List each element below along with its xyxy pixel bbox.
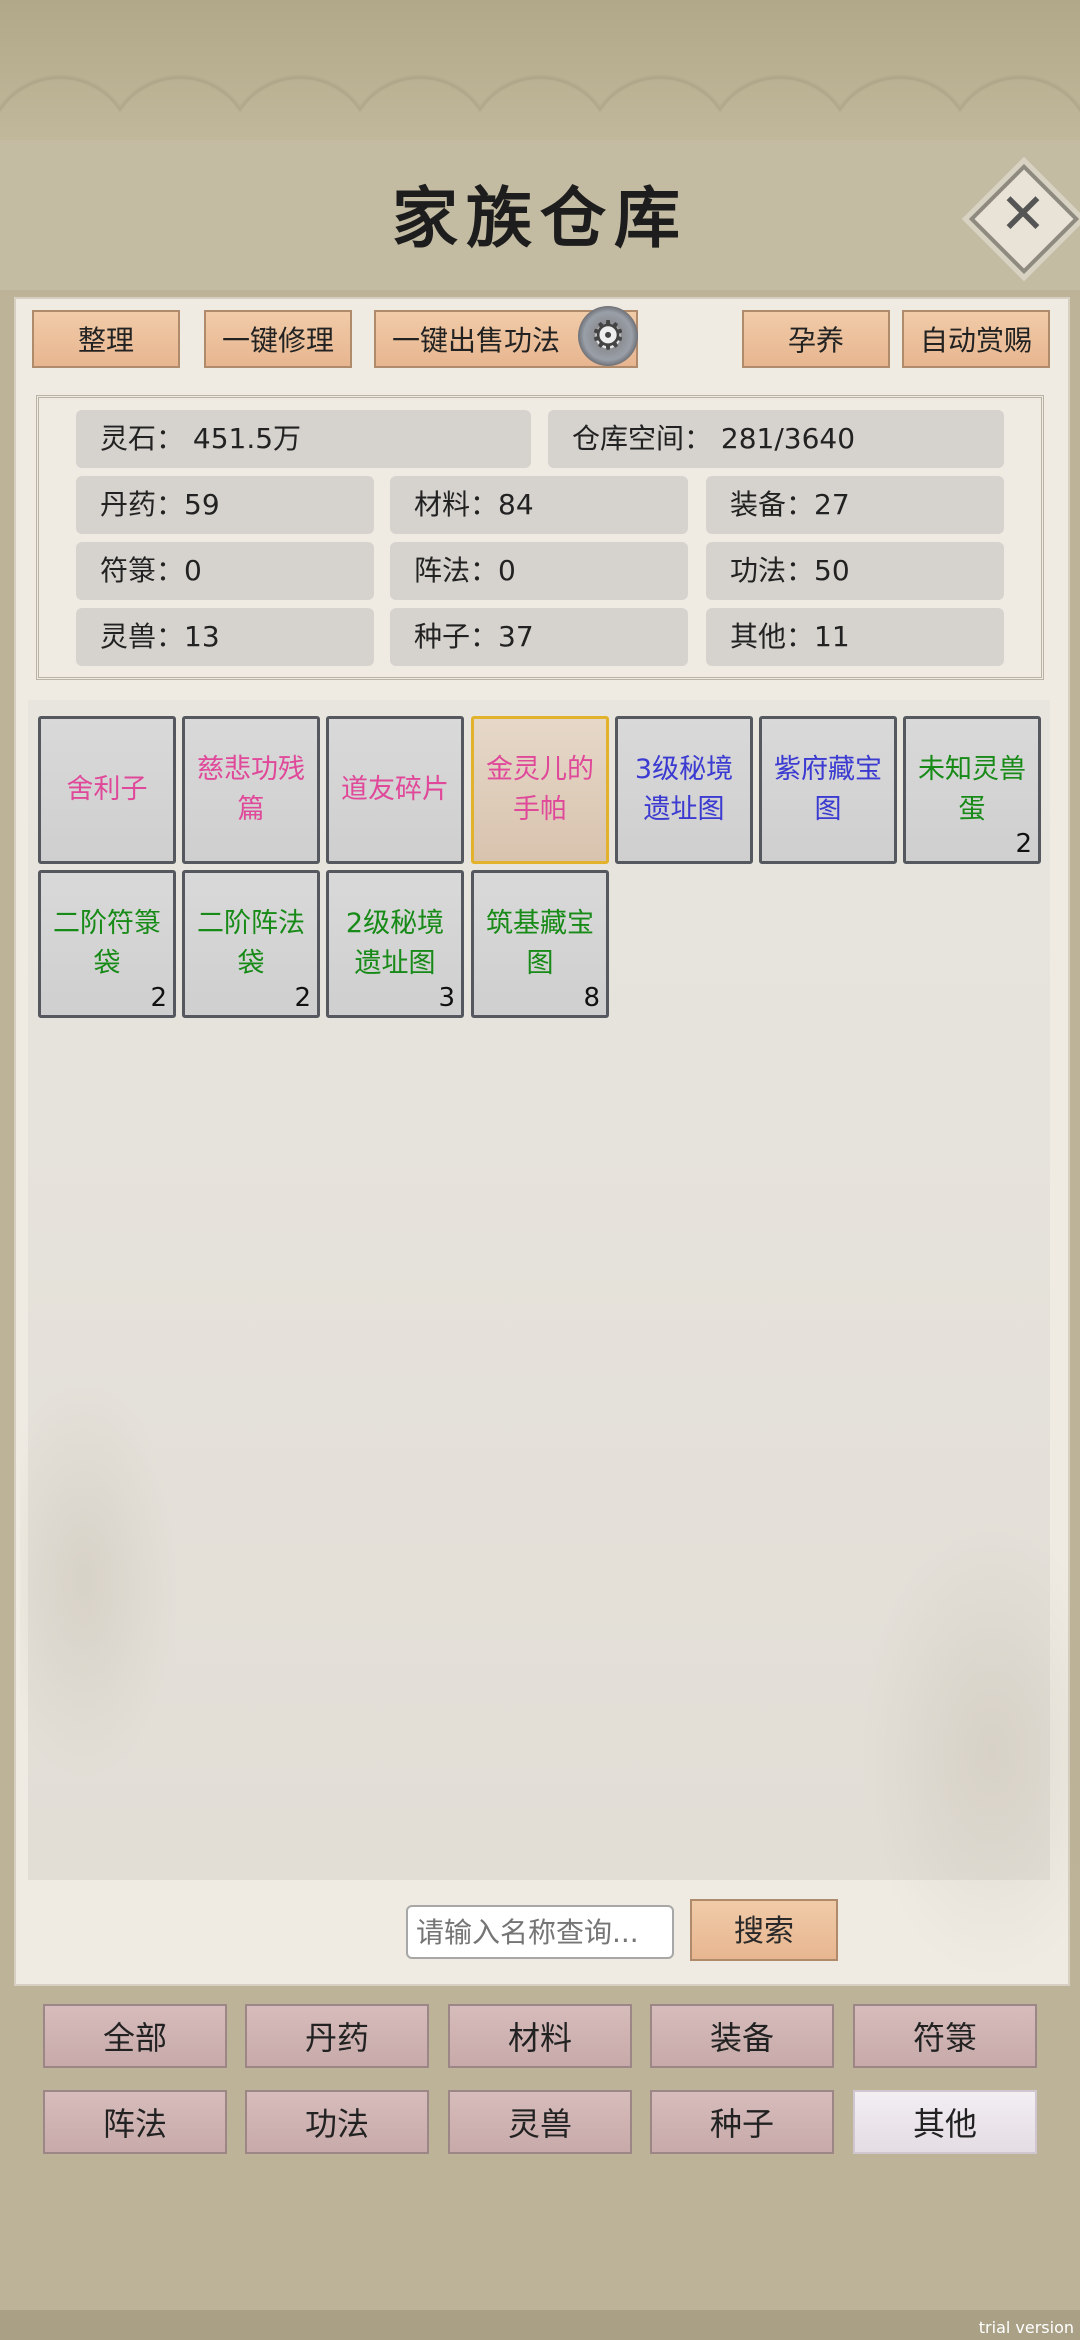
repair-all-button[interactable]: 一键修理 [204, 310, 352, 368]
category-others[interactable]: 其他 [853, 2090, 1037, 2154]
search-input[interactable] [406, 1905, 674, 1959]
category-materials[interactable]: 材料 [448, 2004, 632, 2068]
item-slot[interactable]: 紫府藏宝图 [759, 716, 897, 864]
item-label: 道友碎片 [341, 774, 449, 805]
item-label: 2级秘境遗址图 [345, 908, 445, 979]
item-slot[interactable]: 二阶阵法袋 2 [182, 870, 320, 1018]
item-count: 2 [150, 983, 167, 1013]
item-label: 紫府藏宝图 [774, 754, 882, 825]
bamboo-decoration [860, 1520, 1080, 1980]
bamboo-decoration [20, 1380, 180, 1780]
item-label: 未知灵兽蛋 [918, 754, 1026, 825]
item-slot-selected[interactable]: 金灵儿的手帕 [471, 716, 609, 864]
pills-stat: 丹药：59 [76, 476, 374, 534]
item-label: 筑基藏宝图 [486, 908, 594, 979]
item-slot[interactable]: 筑基藏宝图 8 [471, 870, 609, 1018]
gear-icon[interactable]: ⚙ [578, 306, 638, 366]
category-beasts[interactable]: 灵兽 [448, 2090, 632, 2154]
others-stat: 其他：11 [706, 608, 1004, 666]
auto-reward-button[interactable]: 自动赏赐 [902, 310, 1050, 368]
item-slot[interactable]: 2级秘境遗址图 3 [326, 870, 464, 1018]
seeds-stat: 种子：37 [390, 608, 688, 666]
item-slot[interactable]: 舍利子 [38, 716, 176, 864]
item-label: 二阶符箓袋 [53, 908, 161, 979]
category-seeds[interactable]: 种子 [650, 2090, 834, 2154]
footer-decoration [0, 2310, 1080, 2340]
item-label: 慈悲功残篇 [197, 754, 305, 825]
item-count: 3 [438, 983, 455, 1013]
item-slot[interactable]: 未知灵兽蛋 2 [903, 716, 1041, 864]
trial-watermark: trial version [978, 2318, 1074, 2337]
item-slot[interactable]: 3级秘境遗址图 [615, 716, 753, 864]
nurture-button[interactable]: 孕养 [742, 310, 890, 368]
skills-stat: 功法：50 [706, 542, 1004, 600]
beasts-stat: 灵兽：13 [76, 608, 374, 666]
item-count: 2 [294, 983, 311, 1013]
item-slot[interactable]: 慈悲功残篇 [182, 716, 320, 864]
spirit-stone-stat: 灵石： 451.5万 [76, 410, 531, 468]
item-label: 舍利子 [66, 774, 148, 805]
materials-stat: 材料：84 [390, 476, 688, 534]
category-talismans[interactable]: 符箓 [853, 2004, 1037, 2068]
category-all[interactable]: 全部 [43, 2004, 227, 2068]
category-equipment[interactable]: 装备 [650, 2004, 834, 2068]
item-count: 8 [583, 983, 600, 1013]
page-title: 家族仓库 [392, 179, 688, 257]
equipment-stat: 装备：27 [706, 476, 1004, 534]
item-label: 3级秘境遗址图 [634, 754, 734, 825]
item-label: 二阶阵法袋 [197, 908, 305, 979]
item-slot[interactable]: 二阶符箓袋 2 [38, 870, 176, 1018]
storage-space-stat: 仓库空间： 281/3640 [548, 410, 1004, 468]
search-button[interactable]: 搜索 [690, 1899, 838, 1961]
category-skills[interactable]: 功法 [245, 2090, 429, 2154]
organize-button[interactable]: 整理 [32, 310, 180, 368]
formations-stat: 阵法：0 [390, 542, 688, 600]
item-label: 金灵儿的手帕 [486, 754, 594, 825]
item-count: 2 [1015, 829, 1032, 859]
header-wave-decoration [0, 0, 1080, 150]
item-slot[interactable]: 道友碎片 [326, 716, 464, 864]
talismans-stat: 符箓：0 [76, 542, 374, 600]
category-pills[interactable]: 丹药 [245, 2004, 429, 2068]
category-formations[interactable]: 阵法 [43, 2090, 227, 2154]
close-icon[interactable]: ✕ [983, 175, 1063, 255]
